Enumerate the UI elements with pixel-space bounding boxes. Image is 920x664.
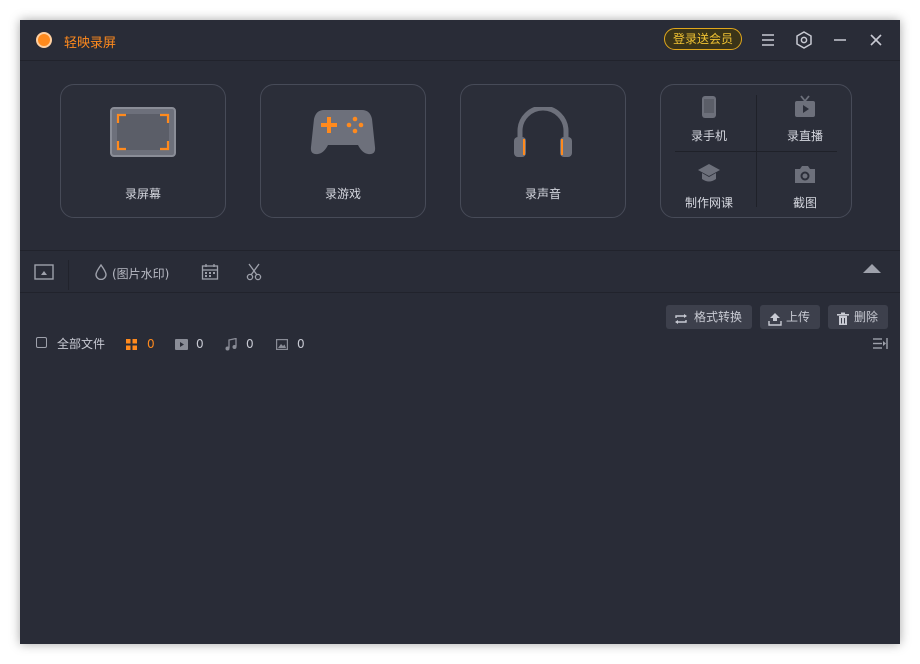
format-convert-label: 格式转换 [694,310,743,324]
audio-count: 0 [246,337,254,351]
record-audio-label: 录声音 [524,187,561,201]
format-convert-button[interactable]: 格式转换 [666,305,752,329]
title-divider [20,60,900,61]
music-note-icon [225,338,237,351]
record-game-card[interactable]: 录游戏 [260,84,426,218]
record-game-label: 录游戏 [324,187,361,201]
camera-icon [757,162,853,186]
app-title: 轻映录屏 [64,36,117,51]
screen-record-icon [61,107,225,165]
upload-icon [768,310,782,326]
grid-icon [126,339,137,350]
app-window: 轻映录屏 登录送会员 录屏幕 录游戏 录声音 录手机 录直播 制作网课 截图 (… [20,20,900,644]
vip-login-button[interactable]: 登录送会员 [664,28,742,50]
graduation-cap-icon [661,162,757,186]
gamepad-icon [261,107,425,165]
scissors-icon[interactable] [245,263,263,283]
watermark-label[interactable]: (图片水印) [112,265,169,282]
upload-label: 上传 [786,310,811,324]
screenshot-label: 截图 [792,196,817,210]
upload-button[interactable]: 上传 [760,305,820,329]
toolbar-separator [68,260,69,290]
settings-gear-icon[interactable] [794,30,814,50]
record-screen-card[interactable]: 录屏幕 [60,84,226,218]
make-course-label: 制作网课 [684,196,733,210]
minimize-icon[interactable] [830,30,850,50]
delete-button[interactable]: 删除 [828,305,888,329]
open-folder-icon[interactable] [34,263,54,283]
all-count: 0 [147,337,155,351]
record-audio-card[interactable]: 录声音 [460,84,626,218]
close-icon[interactable] [866,30,886,50]
phone-icon [661,95,757,119]
schedule-calendar-icon[interactable] [201,263,219,283]
collapse-up-icon[interactable] [862,263,882,283]
list-view-icon[interactable] [872,336,888,352]
tv-live-icon [757,95,853,119]
record-live-label: 录直播 [786,129,823,143]
record-screen-label: 录屏幕 [124,187,161,201]
delete-label: 删除 [854,310,879,324]
select-all-checkbox[interactable] [36,337,47,348]
file-list-area [20,360,900,644]
record-phone-label: 录手机 [690,129,727,143]
record-live-button[interactable]: 录直播 [757,85,853,151]
make-course-button[interactable]: 制作网课 [661,152,757,218]
watermark-drop-icon[interactable] [94,264,108,284]
convert-icon [674,310,688,324]
title-bar: 轻映录屏 登录送会员 [20,20,900,60]
headphones-icon [461,107,625,165]
toolbar-top-divider [20,250,900,251]
video-icon [175,339,188,350]
toolbar-bottom-divider [20,292,900,293]
screenshot-button[interactable]: 截图 [757,152,853,218]
image-icon [276,339,288,350]
record-phone-button[interactable]: 录手机 [661,85,757,151]
more-modes-card: 录手机 录直播 制作网课 截图 [660,84,852,218]
app-logo-icon [36,32,52,48]
menu-icon[interactable] [758,30,778,50]
video-count: 0 [196,337,204,351]
all-files-label[interactable]: 全部文件 [57,336,105,352]
image-count: 0 [297,337,305,351]
trash-icon [836,310,850,325]
